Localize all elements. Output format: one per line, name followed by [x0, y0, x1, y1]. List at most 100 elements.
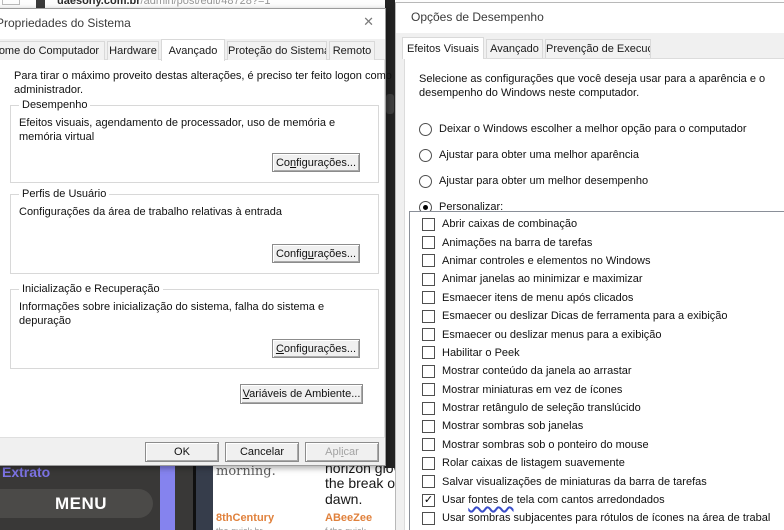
- checkbox-row-usar-sombras-subjacentes-para-rotulos-de-icones-na-area-de-trabal[interactable]: Usar sombras subjacentes para rótulos de…: [410, 509, 784, 527]
- checkbox-row-animar-controles-e-elementos-no-windows[interactable]: Animar controles e elementos no Windows: [410, 252, 784, 270]
- radio-option-ajustar-para-obter-uma-melhor-aparencia[interactable]: Ajustar para obter uma melhor aparência: [419, 145, 747, 165]
- cancel-button[interactable]: Cancelar: [225, 442, 299, 462]
- url-domain: uaesony.com.br: [57, 0, 141, 7]
- checkbox[interactable]: [422, 254, 435, 268]
- checkbox[interactable]: [422, 383, 435, 397]
- checkbox-row-mostrar-retangulo-de-selecao-translucido[interactable]: Mostrar retângulo de seleção translúcido: [410, 399, 784, 417]
- radio-option-deixar-o-windows-escolher-a-melhor-opcao-para-o-computador[interactable]: Deixar o Windows escolher a melhor opção…: [419, 119, 747, 139]
- url-path: /admin/post/edit/48728?=1: [140, 0, 271, 7]
- dialog-title: Opções de Desempenho: [411, 10, 544, 24]
- purple-accent-bar: [160, 466, 175, 530]
- close-icon[interactable]: ✕: [363, 14, 374, 30]
- checkbox-label: Mostrar conteúdo da janela ao arrastar: [442, 365, 632, 378]
- checkbox-row-abrir-caixas-de-combinacao[interactable]: Abrir caixas de combinação: [410, 215, 784, 233]
- radio-option-ajustar-para-obter-um-melhor-desempenho[interactable]: Ajustar para obter um melhor desempenho: [419, 171, 747, 191]
- checkbox[interactable]: [422, 217, 435, 231]
- checkbox-row-esmaecer-itens-de-menu-apos-clicados[interactable]: Esmaecer itens de menu após clicados: [410, 289, 784, 307]
- radio-icon[interactable]: [419, 148, 432, 162]
- extrato-link[interactable]: Extrato: [2, 464, 50, 480]
- title-bar[interactable]: Opções de Desempenho: [396, 3, 784, 33]
- font-name-link[interactable]: 8thCentury: [216, 512, 274, 524]
- checkbox[interactable]: [422, 272, 435, 286]
- checkbox-row-animar-janelas-ao-minimizar-e-maximizar[interactable]: Animar janelas ao minimizar e maximizar: [410, 270, 784, 288]
- checkbox-label: Mostrar sombras sob o ponteiro do mouse: [442, 438, 649, 451]
- checkbox[interactable]: [422, 236, 435, 250]
- radio-icon[interactable]: [419, 122, 432, 136]
- group-text-line: Configurações da área de trabalho relati…: [19, 206, 282, 218]
- visual-effects-checklist[interactable]: Abrir caixas de combinação Animações na b…: [409, 211, 784, 530]
- system-properties-dialog: Propriedades do Sistema ✕ Nome do Comput…: [0, 8, 392, 466]
- checkbox[interactable]: [422, 511, 435, 525]
- checkbox-row-rolar-caixas-de-listagem-suavemente[interactable]: Rolar caixas de listagem suavemente: [410, 454, 784, 472]
- checkbox-row-habilitar-o-peek[interactable]: Habilitar o Peek: [410, 344, 784, 362]
- checkbox[interactable]: [422, 401, 435, 415]
- checkbox[interactable]: [422, 346, 435, 360]
- environment-variables-button[interactable]: Variáveis de Ambiente...: [240, 384, 363, 404]
- sample-text-fragment: f the quick: [325, 526, 366, 530]
- checkbox[interactable]: [422, 328, 435, 342]
- group-label: Inicialização e Recuperação: [19, 283, 163, 295]
- button-label: figurações...: [296, 156, 357, 169]
- user-profiles-settings-button[interactable]: Configurações...: [272, 244, 360, 263]
- checkbox-row-esmaecer-ou-deslizar-dicas-de-ferramenta-para-a-exibicao[interactable]: Esmaecer ou deslizar Dicas de ferramenta…: [410, 307, 784, 325]
- tab-remoto[interactable]: Remoto: [329, 41, 375, 60]
- checkbox-row-mostrar-sombras-sob-o-ponteiro-do-mouse[interactable]: Mostrar sombras sob o ponteiro do mouse: [410, 436, 784, 454]
- tab-hardware[interactable]: Hardware: [107, 41, 159, 60]
- checkbox-row-salvar-visualizacoes-de-miniaturas-da-barra-de-tarefas[interactable]: Salvar visualizações de miniaturas da ba…: [410, 472, 784, 490]
- intro-text: Para tirar o máximo proveito destas alte…: [14, 69, 392, 97]
- menu-button[interactable]: MENU: [0, 489, 153, 518]
- checkbox-label: Esmaecer ou deslizar Dicas de ferramenta…: [442, 310, 728, 323]
- group-label: Desempenho: [19, 99, 91, 111]
- radio-label: Deixar o Windows escolher a melhor opção…: [439, 123, 747, 135]
- checkbox-row-mostrar-miniaturas-em-vez-de-icones[interactable]: Mostrar miniaturas em vez de ícones: [410, 381, 784, 399]
- startup-recovery-settings-button[interactable]: Configurações...: [272, 339, 360, 358]
- tab-strip: Nome do Computador Hardware Avançado Proteç…: [0, 39, 377, 61]
- checkbox-label: Rolar caixas de listagem suavemente: [442, 457, 625, 470]
- button-label: C: [275, 342, 284, 355]
- performance-settings-button[interactable]: Configurações...: [272, 153, 360, 172]
- checkbox[interactable]: [422, 475, 435, 489]
- font-name-link[interactable]: ABeeZee: [325, 512, 372, 524]
- url-text: uaesony.com.br/admin/post/edit/48728?=1: [57, 0, 271, 7]
- radio-group: Deixar o Windows escolher a melhor opção…: [419, 119, 747, 223]
- group-text: Configurações da área de trabalho relati…: [19, 205, 282, 219]
- checkbox[interactable]: [422, 419, 435, 433]
- sample-text-fragment: the quick br: [216, 526, 263, 530]
- tab-avancado[interactable]: Avançado: [486, 39, 543, 58]
- checkbox-row-mostrar-conteudo-da-janela-ao-arrastar[interactable]: Mostrar conteúdo da janela ao arrastar: [410, 362, 784, 380]
- tab-avancado[interactable]: Avançado: [161, 39, 225, 61]
- checkbox-label: Mostrar retângulo de seleção translúcido: [442, 402, 641, 415]
- ok-button[interactable]: OK: [145, 442, 219, 462]
- button-label: Cancelar: [239, 446, 285, 458]
- tab-prevencao-de-execucao-de-dados[interactable]: Prevenção de Execução de Dados: [545, 39, 651, 58]
- checkbox-row-esmaecer-ou-deslizar-menus-para-a-exibicao[interactable]: Esmaecer ou deslizar menus para a exibiç…: [410, 325, 784, 343]
- checkbox-label: Animar janelas ao minimizar e maximizar: [442, 273, 643, 286]
- checkbox-row-mostrar-sombras-sob-janelas[interactable]: Mostrar sombras sob janelas: [410, 417, 784, 435]
- checkbox[interactable]: ✓: [422, 493, 435, 507]
- checkbox-label: Habilitar o Peek: [442, 346, 520, 359]
- checkbox-row-usar-fontes-de[interactable]: ✓ Usar fontes de tela com cantos arredond…: [410, 491, 784, 509]
- radio-icon[interactable]: [419, 174, 432, 188]
- tab-protecao-do-sistema[interactable]: Proteção do Sistema: [227, 41, 327, 60]
- advanced-tab-page: Para tirar o máximo proveito destas alte…: [0, 59, 392, 439]
- tab-nome-do-computador[interactable]: Nome do Computador: [0, 41, 105, 60]
- group-inicializacao-e-recuperacao: Inicialização e Recuperação Informações …: [10, 283, 379, 369]
- button-label: Apl: [325, 446, 342, 458]
- tab-efeitos-visuais[interactable]: Efeitos Visuais: [402, 37, 484, 59]
- screen: uaesony.com.br/admin/post/edit/48728?=1 …: [0, 0, 784, 530]
- group-text-line: depuração: [19, 315, 71, 327]
- title-bar[interactable]: Propriedades do Sistema ✕: [0, 9, 385, 39]
- checkbox-label: Salvar visualizações de miniaturas da ba…: [442, 475, 707, 488]
- checkbox[interactable]: [422, 309, 435, 323]
- checkbox[interactable]: [422, 364, 435, 378]
- checkbox-label: Abrir caixas de combinação: [442, 218, 578, 231]
- checkbox-row-animacoes-na-barra-de-tarefas[interactable]: Animações na barra de tarefas: [410, 233, 784, 251]
- label-part: tela com cantos arredondados: [513, 494, 665, 507]
- group-text-line: Informações sobre inicialização do siste…: [19, 301, 325, 313]
- checkbox[interactable]: [422, 456, 435, 470]
- scrollbar-fragment: [386, 94, 394, 114]
- checkbox[interactable]: [422, 438, 435, 452]
- apply-button[interactable]: Aplicar: [305, 442, 379, 462]
- button-label: rações...: [313, 247, 357, 260]
- checkbox[interactable]: [422, 291, 435, 305]
